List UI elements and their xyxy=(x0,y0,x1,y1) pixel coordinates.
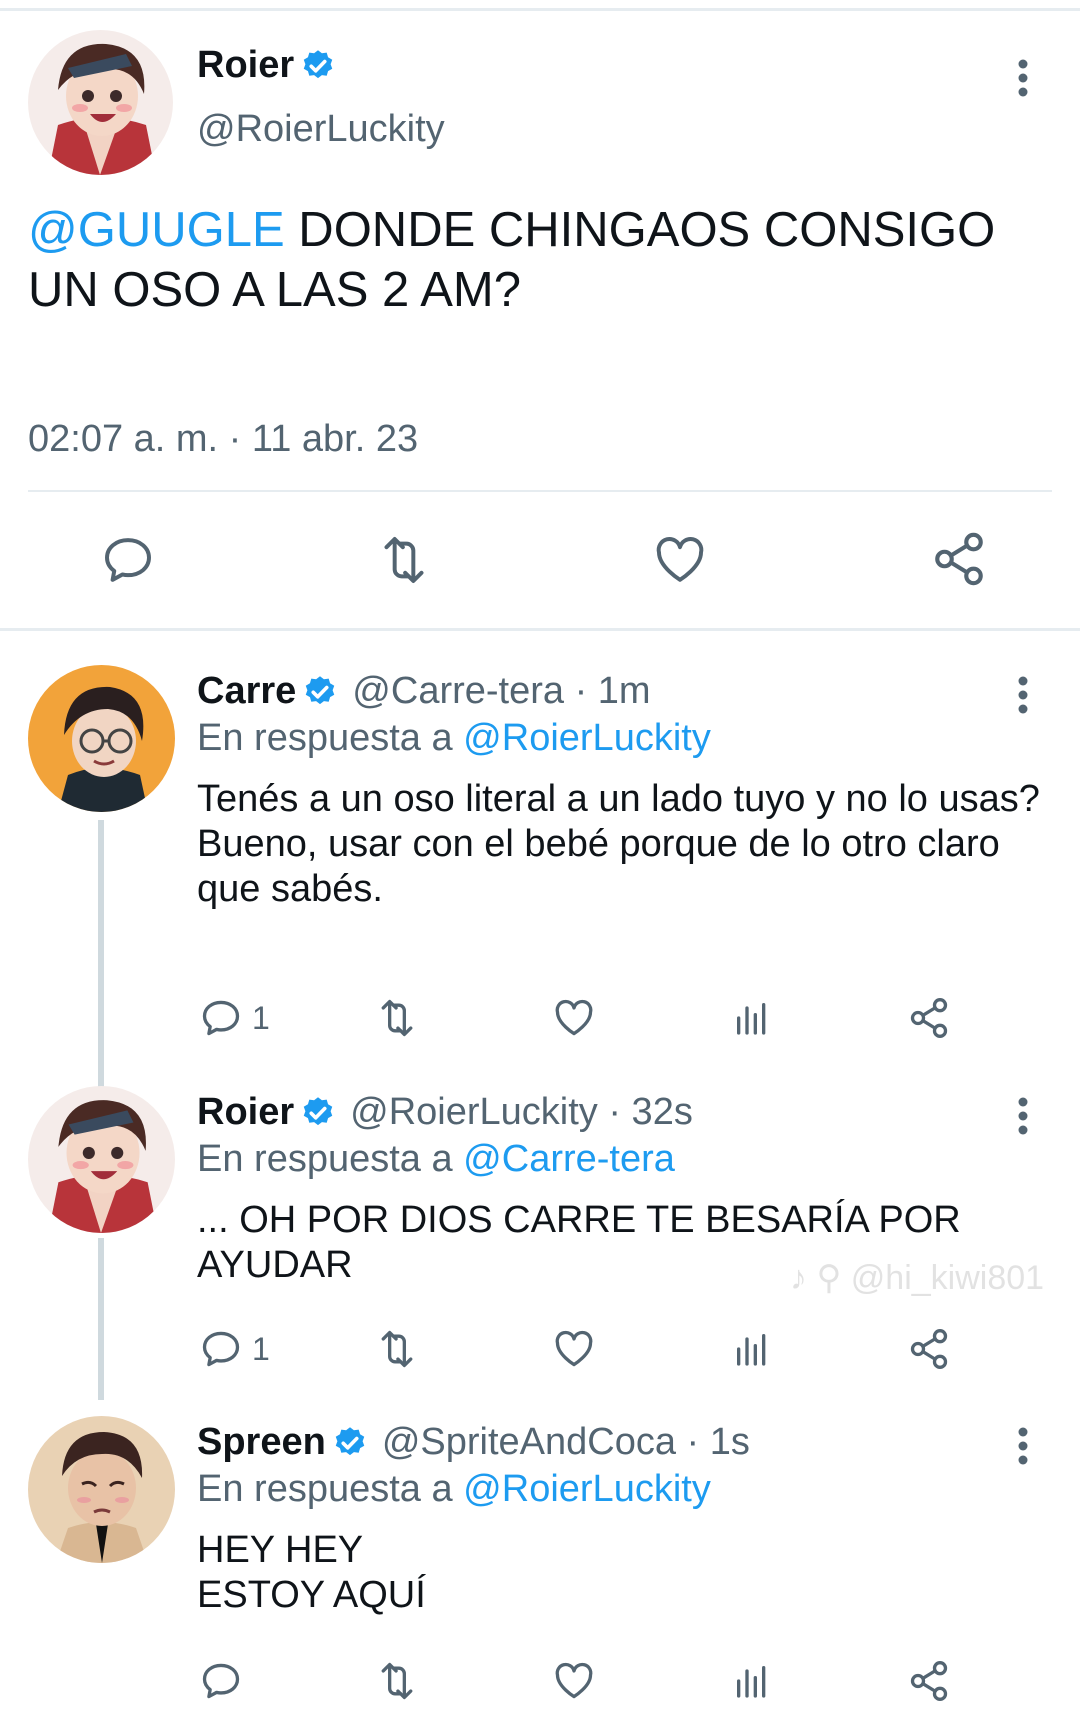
avatar-roier[interactable] xyxy=(28,30,173,175)
author-handle[interactable]: @RoierLuckity xyxy=(197,108,445,151)
more-options-icon[interactable] xyxy=(1008,1426,1038,1466)
author-name-row[interactable]: Roier @RoierLuckity · 32s xyxy=(197,1091,693,1134)
verified-badge-icon xyxy=(335,1426,365,1455)
reply-context: En respuesta a @RoierLuckity xyxy=(197,717,711,759)
mention-link[interactable]: @RoierLuckity xyxy=(463,1468,711,1510)
author-name-row[interactable]: Carre @Carre-tera · 1m xyxy=(197,670,651,713)
reply-icon[interactable] xyxy=(199,996,243,1040)
author-handle[interactable]: @Carre-tera · 1m xyxy=(352,670,650,713)
reply-icon[interactable] xyxy=(100,532,156,588)
retweet-icon[interactable] xyxy=(373,532,435,588)
mention-link[interactable]: @RoierLuckity xyxy=(463,717,711,759)
verified-badge-icon xyxy=(306,675,335,704)
section-divider xyxy=(0,628,1080,631)
avatar-roier[interactable] xyxy=(28,1086,175,1233)
retweet-icon[interactable] xyxy=(373,1327,421,1371)
retweet-icon[interactable] xyxy=(373,996,421,1040)
avatar-carre[interactable] xyxy=(28,665,175,812)
views-icon[interactable] xyxy=(732,1329,772,1369)
author-name-row[interactable]: Spreen @SpriteAndCoca · 1s xyxy=(197,1421,750,1464)
more-options-icon[interactable] xyxy=(1008,1096,1038,1136)
more-options-icon[interactable] xyxy=(1008,58,1038,98)
tweet-text: @GUUGLE DONDE CHINGAOS CONSIGO UN OSO A … xyxy=(28,200,1048,320)
mention-link[interactable]: @GUUGLE xyxy=(28,203,285,257)
like-icon[interactable] xyxy=(551,1659,597,1703)
share-icon[interactable] xyxy=(907,996,951,1040)
views-icon[interactable] xyxy=(732,998,772,1038)
reply-context: En respuesta a @RoierLuckity xyxy=(197,1468,711,1510)
verified-badge-icon xyxy=(303,1096,333,1125)
reply-icon[interactable] xyxy=(199,1659,243,1703)
author-name[interactable]: Spreen xyxy=(197,1421,326,1464)
like-icon[interactable] xyxy=(651,532,709,588)
mention-link[interactable]: @Carre-tera xyxy=(463,1138,675,1180)
reply-tweet: Spreen @SpriteAndCoca · 1s En respuesta … xyxy=(0,1416,1080,1716)
like-icon[interactable] xyxy=(551,1327,597,1371)
author-name[interactable]: Carre xyxy=(197,670,296,713)
author-name[interactable]: Roier xyxy=(197,44,294,87)
reply-count: 1 xyxy=(252,1331,270,1367)
author-name[interactable]: Roier xyxy=(197,1091,294,1134)
reply-tweet: Carre @Carre-tera · 1m En respuesta a @R… xyxy=(0,665,1080,1065)
tweet-timestamp[interactable]: 02:07 a. m. · 11 abr. 23 xyxy=(28,418,418,461)
divider xyxy=(28,490,1052,492)
tweet-action-bar xyxy=(0,1651,1080,1711)
tweet-action-bar xyxy=(0,520,1080,600)
reply-context: En respuesta a @Carre-tera xyxy=(197,1138,675,1180)
retweet-icon[interactable] xyxy=(373,1659,421,1703)
watermark: ♪ ⚲ @hi_kiwi801 xyxy=(790,1259,1045,1297)
reply-count: 1 xyxy=(252,1000,270,1036)
reply-text: HEY HEY ESTOY AQUÍ xyxy=(197,1529,426,1616)
tweet-action-bar: 1 xyxy=(0,988,1080,1048)
author-handle[interactable]: @SpriteAndCoca · 1s xyxy=(382,1421,750,1464)
reply-text: Tenés a un oso literal a un lado tuyo y … xyxy=(197,778,1040,910)
views-icon[interactable] xyxy=(732,1661,772,1701)
main-tweet: Roier @RoierLuckity @GUUGLE DONDE CHINGA… xyxy=(0,0,1080,628)
author-handle[interactable]: @RoierLuckity · 32s xyxy=(350,1091,693,1134)
reply-tweet: Roier @RoierLuckity · 32s En respuesta a… xyxy=(0,1086,1080,1416)
share-icon[interactable] xyxy=(907,1327,951,1371)
share-icon[interactable] xyxy=(930,530,988,588)
verified-badge-icon xyxy=(303,49,333,78)
more-options-icon[interactable] xyxy=(1008,675,1038,715)
avatar-spreen[interactable] xyxy=(28,1416,175,1563)
reply-icon[interactable] xyxy=(199,1327,243,1371)
author-name-row[interactable]: Roier xyxy=(197,44,336,87)
tweet-action-bar: 1 xyxy=(0,1319,1080,1379)
share-icon[interactable] xyxy=(907,1659,951,1703)
like-icon[interactable] xyxy=(551,996,597,1040)
